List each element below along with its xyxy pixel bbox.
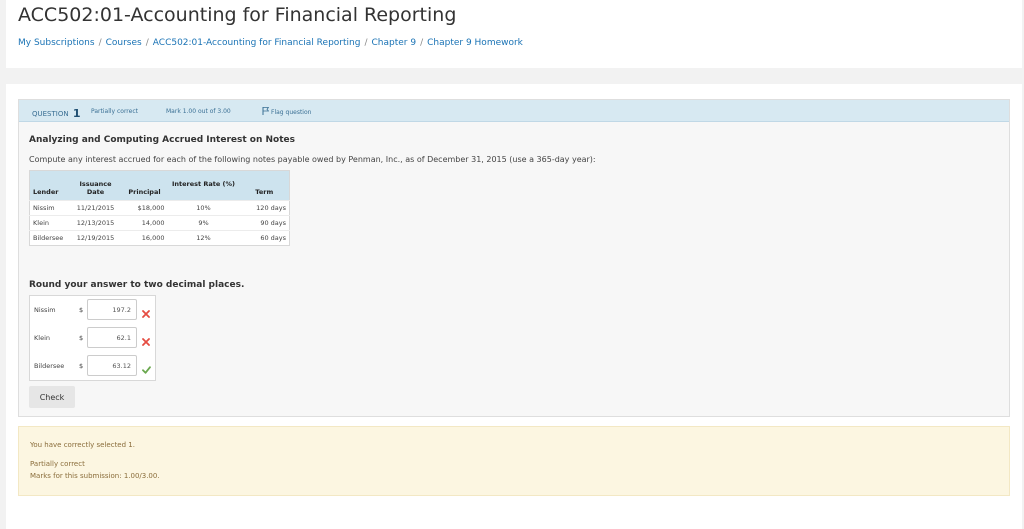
question-label: QUESTION <box>32 110 69 118</box>
answer-row-bildersee: Bildersee $ <box>30 354 155 378</box>
question-state: Partially correct <box>91 108 138 115</box>
feedback-state: Partially correct <box>30 460 85 468</box>
answer-label: Klein <box>34 334 50 342</box>
header-lender: Lender <box>29 170 70 201</box>
table-row: Klein 12/13/2015 14,000 9% 90 days <box>29 215 290 231</box>
answer-row-nissim: Nissim $ <box>30 298 155 322</box>
cell-lender: Klein <box>29 215 70 231</box>
question-heading: Analyzing and Computing Accrued Interest… <box>29 135 296 145</box>
cell-principal: $18,000 <box>121 200 168 216</box>
flag-question-label: Flag question <box>271 109 312 116</box>
cell-issuance-date: 12/19/2015 <box>69 230 122 246</box>
breadcrumb-separator: / <box>420 38 424 48</box>
question-number-value: 1 <box>72 107 81 120</box>
breadcrumb: My Subscriptions / Courses / ACC502:01-Accou… <box>18 38 523 48</box>
cell-interest-rate: 10% <box>167 200 240 216</box>
check-icon <box>142 361 151 379</box>
cell-interest-rate: 9% <box>167 215 240 231</box>
header-issuance-date: Issuance Date <box>69 170 122 201</box>
cell-issuance-date: 12/13/2015 <box>69 215 122 231</box>
question-panel: QUESTION 1 Partially correct Mark 1.00 o… <box>18 99 1010 417</box>
header-interest-rate: Interest Rate (%) <box>167 170 240 201</box>
breadcrumb-chapter[interactable]: Chapter 9 <box>371 38 416 48</box>
question-number: QUESTION 1 <box>32 106 81 120</box>
main-content: QUESTION 1 Partially correct Mark 1.00 o… <box>6 84 1022 529</box>
breadcrumb-separator: / <box>98 38 102 48</box>
answer-box: Nissim $ Klein $ Bildersee $ <box>29 295 156 381</box>
breadcrumb-separator: / <box>364 38 368 48</box>
cell-issuance-date: 11/21/2015 <box>69 200 122 216</box>
question-text: Compute any interest accrued for each of… <box>29 155 596 164</box>
question-grade: Mark 1.00 out of 3.00 <box>166 108 231 115</box>
header-principal: Principal <box>121 170 168 201</box>
breadcrumb-separator: / <box>145 38 149 48</box>
currency-symbol: $ <box>79 306 84 314</box>
rounding-instruction: Round your answer to two decimal places. <box>29 280 245 290</box>
breadcrumb-my-subscriptions[interactable]: My Subscriptions <box>18 38 95 48</box>
answer-label: Bildersee <box>34 362 65 370</box>
cell-term: 120 days <box>239 200 290 216</box>
flag-question-link[interactable]: Flag question <box>262 107 311 116</box>
answer-input-klein[interactable] <box>87 327 137 348</box>
breadcrumb-homework[interactable]: Chapter 9 Homework <box>427 38 523 48</box>
cross-icon <box>142 333 150 351</box>
page-header: ACC502:01-Accounting for Financial Repor… <box>6 0 1022 68</box>
answer-label: Nissim <box>34 306 56 314</box>
table-row: Nissim 11/21/2015 $18,000 10% 120 days <box>29 200 290 216</box>
table-row: Bildersee 12/19/2015 16,000 12% 60 days <box>29 230 290 246</box>
check-button[interactable]: Check <box>29 386 75 408</box>
cross-icon <box>142 305 150 323</box>
cell-term: 60 days <box>239 230 290 246</box>
breadcrumb-course[interactable]: ACC502:01-Accounting for Financial Repor… <box>153 38 361 48</box>
currency-symbol: $ <box>79 362 84 370</box>
table-header-row: Lender Issuance Date Principal Interest … <box>29 170 290 201</box>
question-info-bar: QUESTION 1 Partially correct Mark 1.00 o… <box>19 100 1009 122</box>
answer-row-klein: Klein $ <box>30 326 155 350</box>
cell-interest-rate: 12% <box>167 230 240 246</box>
feedback-marks: Marks for this submission: 1.00/3.00. <box>30 472 160 480</box>
header-term: Term <box>239 170 290 201</box>
feedback-selected: You have correctly selected 1. <box>30 441 135 449</box>
cell-principal: 16,000 <box>121 230 168 246</box>
page-title: ACC502:01-Accounting for Financial Repor… <box>18 4 457 26</box>
cell-principal: 14,000 <box>121 215 168 231</box>
cell-lender: Nissim <box>29 200 70 216</box>
cell-term: 90 days <box>239 215 290 231</box>
answer-input-nissim[interactable] <box>87 299 137 320</box>
currency-symbol: $ <box>79 334 84 342</box>
flag-icon <box>262 107 270 115</box>
answer-input-bildersee[interactable] <box>87 355 137 376</box>
breadcrumb-courses[interactable]: Courses <box>106 38 142 48</box>
cell-lender: Bildersee <box>29 230 70 246</box>
notes-table: Lender Issuance Date Principal Interest … <box>29 170 290 246</box>
feedback-panel: You have correctly selected 1. Partially… <box>18 426 1010 496</box>
